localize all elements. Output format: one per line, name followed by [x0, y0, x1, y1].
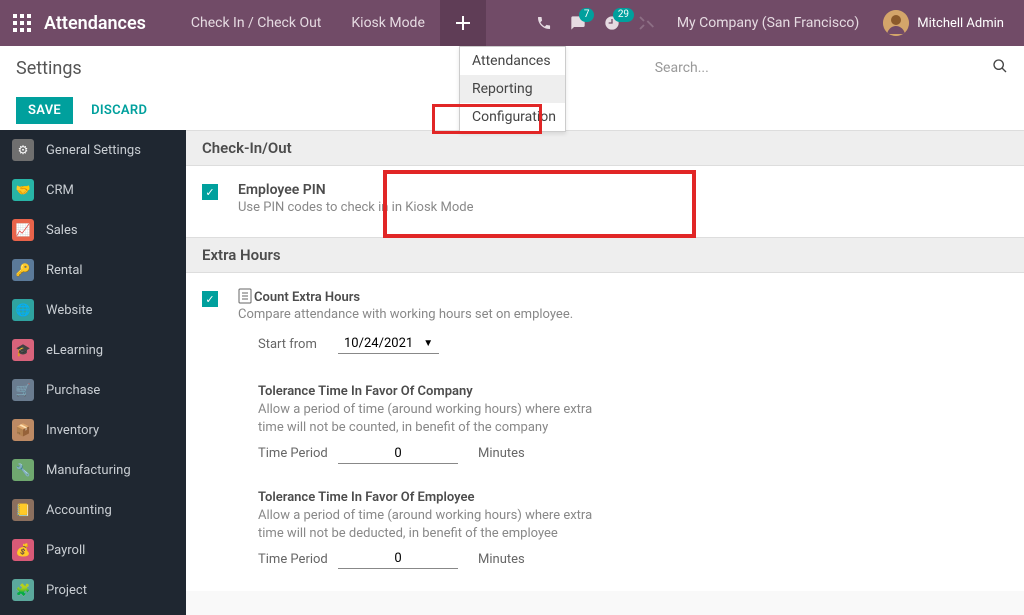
money-icon: 💰	[12, 539, 34, 561]
discard-button[interactable]: DISCARD	[79, 97, 159, 124]
section-checkinout: Check-In/Out	[186, 130, 1024, 166]
count-extra-desc: Compare attendance with working hours se…	[238, 307, 573, 322]
top-navbar: Attendances Check In / Check Out Kiosk M…	[0, 0, 1024, 46]
search-wrap	[655, 58, 1008, 79]
period-unit-2: Minutes	[478, 552, 525, 567]
sidebar-item-general[interactable]: ⚙General Settings	[0, 130, 186, 170]
document-icon	[238, 288, 252, 304]
start-from-row: Start from 10/24/2021 ▼	[258, 334, 1008, 354]
chart-icon: 📈	[12, 219, 34, 241]
dropdown-attendances[interactable]: Attendances	[460, 47, 565, 75]
gear-icon: ⚙	[12, 139, 34, 161]
wrench-icon: 🔧	[12, 459, 34, 481]
plus-dropdown: Attendances Reporting Configuration	[459, 46, 566, 132]
sidebar-item-project[interactable]: 🧩Project	[0, 570, 186, 610]
user-menu[interactable]: Mitchell Admin	[873, 10, 1014, 36]
tol-employee-title: Tolerance Time In Favor Of Employee	[258, 490, 1008, 505]
book-icon: 🎓	[12, 339, 34, 361]
tol-employee-desc: Allow a period of time (around working h…	[258, 507, 618, 543]
globe-icon: 🌐	[12, 299, 34, 321]
settings-sidebar[interactable]: ⚙General Settings 🤝CRM 📈Sales 🔑Rental 🌐W…	[0, 130, 186, 615]
user-name: Mitchell Admin	[917, 16, 1004, 31]
sidebar-item-website[interactable]: 🌐Website	[0, 290, 186, 330]
search-input[interactable]	[655, 60, 992, 76]
period-unit-1: Minutes	[478, 446, 525, 461]
handshake-icon: 🤝	[12, 179, 34, 201]
page-title: Settings	[16, 58, 82, 79]
count-extra-label: Count Extra Hours	[238, 289, 573, 305]
dropdown-reporting[interactable]: Reporting	[460, 75, 565, 103]
chat-icon[interactable]: 7	[561, 0, 595, 46]
sidebar-item-accounting[interactable]: 📒Accounting	[0, 490, 186, 530]
tools-icon[interactable]	[629, 0, 663, 46]
app-brand[interactable]: Attendances	[44, 13, 146, 34]
sidebar-item-inventory[interactable]: 📦Inventory	[0, 410, 186, 450]
save-button[interactable]: SAVE	[16, 97, 73, 124]
employee-pin-label: Employee PIN	[238, 182, 474, 198]
nav-right: 7 29 My Company (San Francisco) Mitchell…	[527, 0, 1014, 46]
avatar	[883, 10, 909, 36]
sidebar-item-crm[interactable]: 🤝CRM	[0, 170, 186, 210]
settings-content[interactable]: Check-In/Out ✓ Employee PIN Use PIN code…	[186, 130, 1024, 615]
box-icon: 📦	[12, 419, 34, 441]
setting-count-extra: ✓ Count Extra Hours Compare attendance w…	[202, 289, 1008, 322]
ledger-icon: 📒	[12, 499, 34, 521]
dropdown-configuration[interactable]: Configuration	[460, 103, 565, 131]
nav-kiosk[interactable]: Kiosk Mode	[336, 0, 440, 46]
sidebar-item-sales[interactable]: 📈Sales	[0, 210, 186, 250]
section-extra-hours: Extra Hours	[186, 237, 1024, 273]
setting-employee-pin: ✓ Employee PIN Use PIN codes to check in…	[202, 182, 1008, 215]
activity-icon[interactable]: 29	[595, 0, 629, 46]
tol-company-title: Tolerance Time In Favor Of Company	[258, 384, 1008, 399]
phone-icon[interactable]	[527, 0, 561, 46]
cart-icon: 🛒	[12, 379, 34, 401]
start-from-input[interactable]: 10/24/2021 ▼	[338, 334, 439, 354]
sidebar-item-purchase[interactable]: 🛒Purchase	[0, 370, 186, 410]
main: ⚙General Settings 🤝CRM 📈Sales 🔑Rental 🌐W…	[0, 130, 1024, 615]
sidebar-item-manufacturing[interactable]: 🔧Manufacturing	[0, 450, 186, 490]
employee-pin-desc: Use PIN codes to check in in Kiosk Mode	[238, 200, 474, 215]
key-icon: 🔑	[12, 259, 34, 281]
search-icon[interactable]	[992, 58, 1008, 78]
puzzle-icon: 🧩	[12, 579, 34, 601]
caret-down-icon: ▼	[423, 338, 433, 349]
tol-employee-input[interactable]	[338, 549, 458, 569]
period-label-2: Time Period	[258, 552, 338, 567]
sidebar-item-elearning[interactable]: 🎓eLearning	[0, 330, 186, 370]
sidebar-item-payroll[interactable]: 💰Payroll	[0, 530, 186, 570]
chat-badge: 7	[579, 8, 595, 22]
tol-company-input[interactable]	[338, 444, 458, 464]
period-label-1: Time Period	[258, 446, 338, 461]
company-selector[interactable]: My Company (San Francisco)	[663, 15, 873, 31]
apps-icon[interactable]	[10, 11, 34, 35]
tol-company-desc: Allow a period of time (around working h…	[258, 401, 618, 437]
checkbox-employee-pin[interactable]: ✓	[202, 184, 218, 200]
nav-new-menu[interactable]	[440, 0, 486, 46]
checkbox-count-extra[interactable]: ✓	[202, 291, 218, 307]
nav-checkin[interactable]: Check In / Check Out	[176, 0, 336, 46]
sidebar-item-rental[interactable]: 🔑Rental	[0, 250, 186, 290]
start-from-label: Start from	[258, 337, 338, 352]
